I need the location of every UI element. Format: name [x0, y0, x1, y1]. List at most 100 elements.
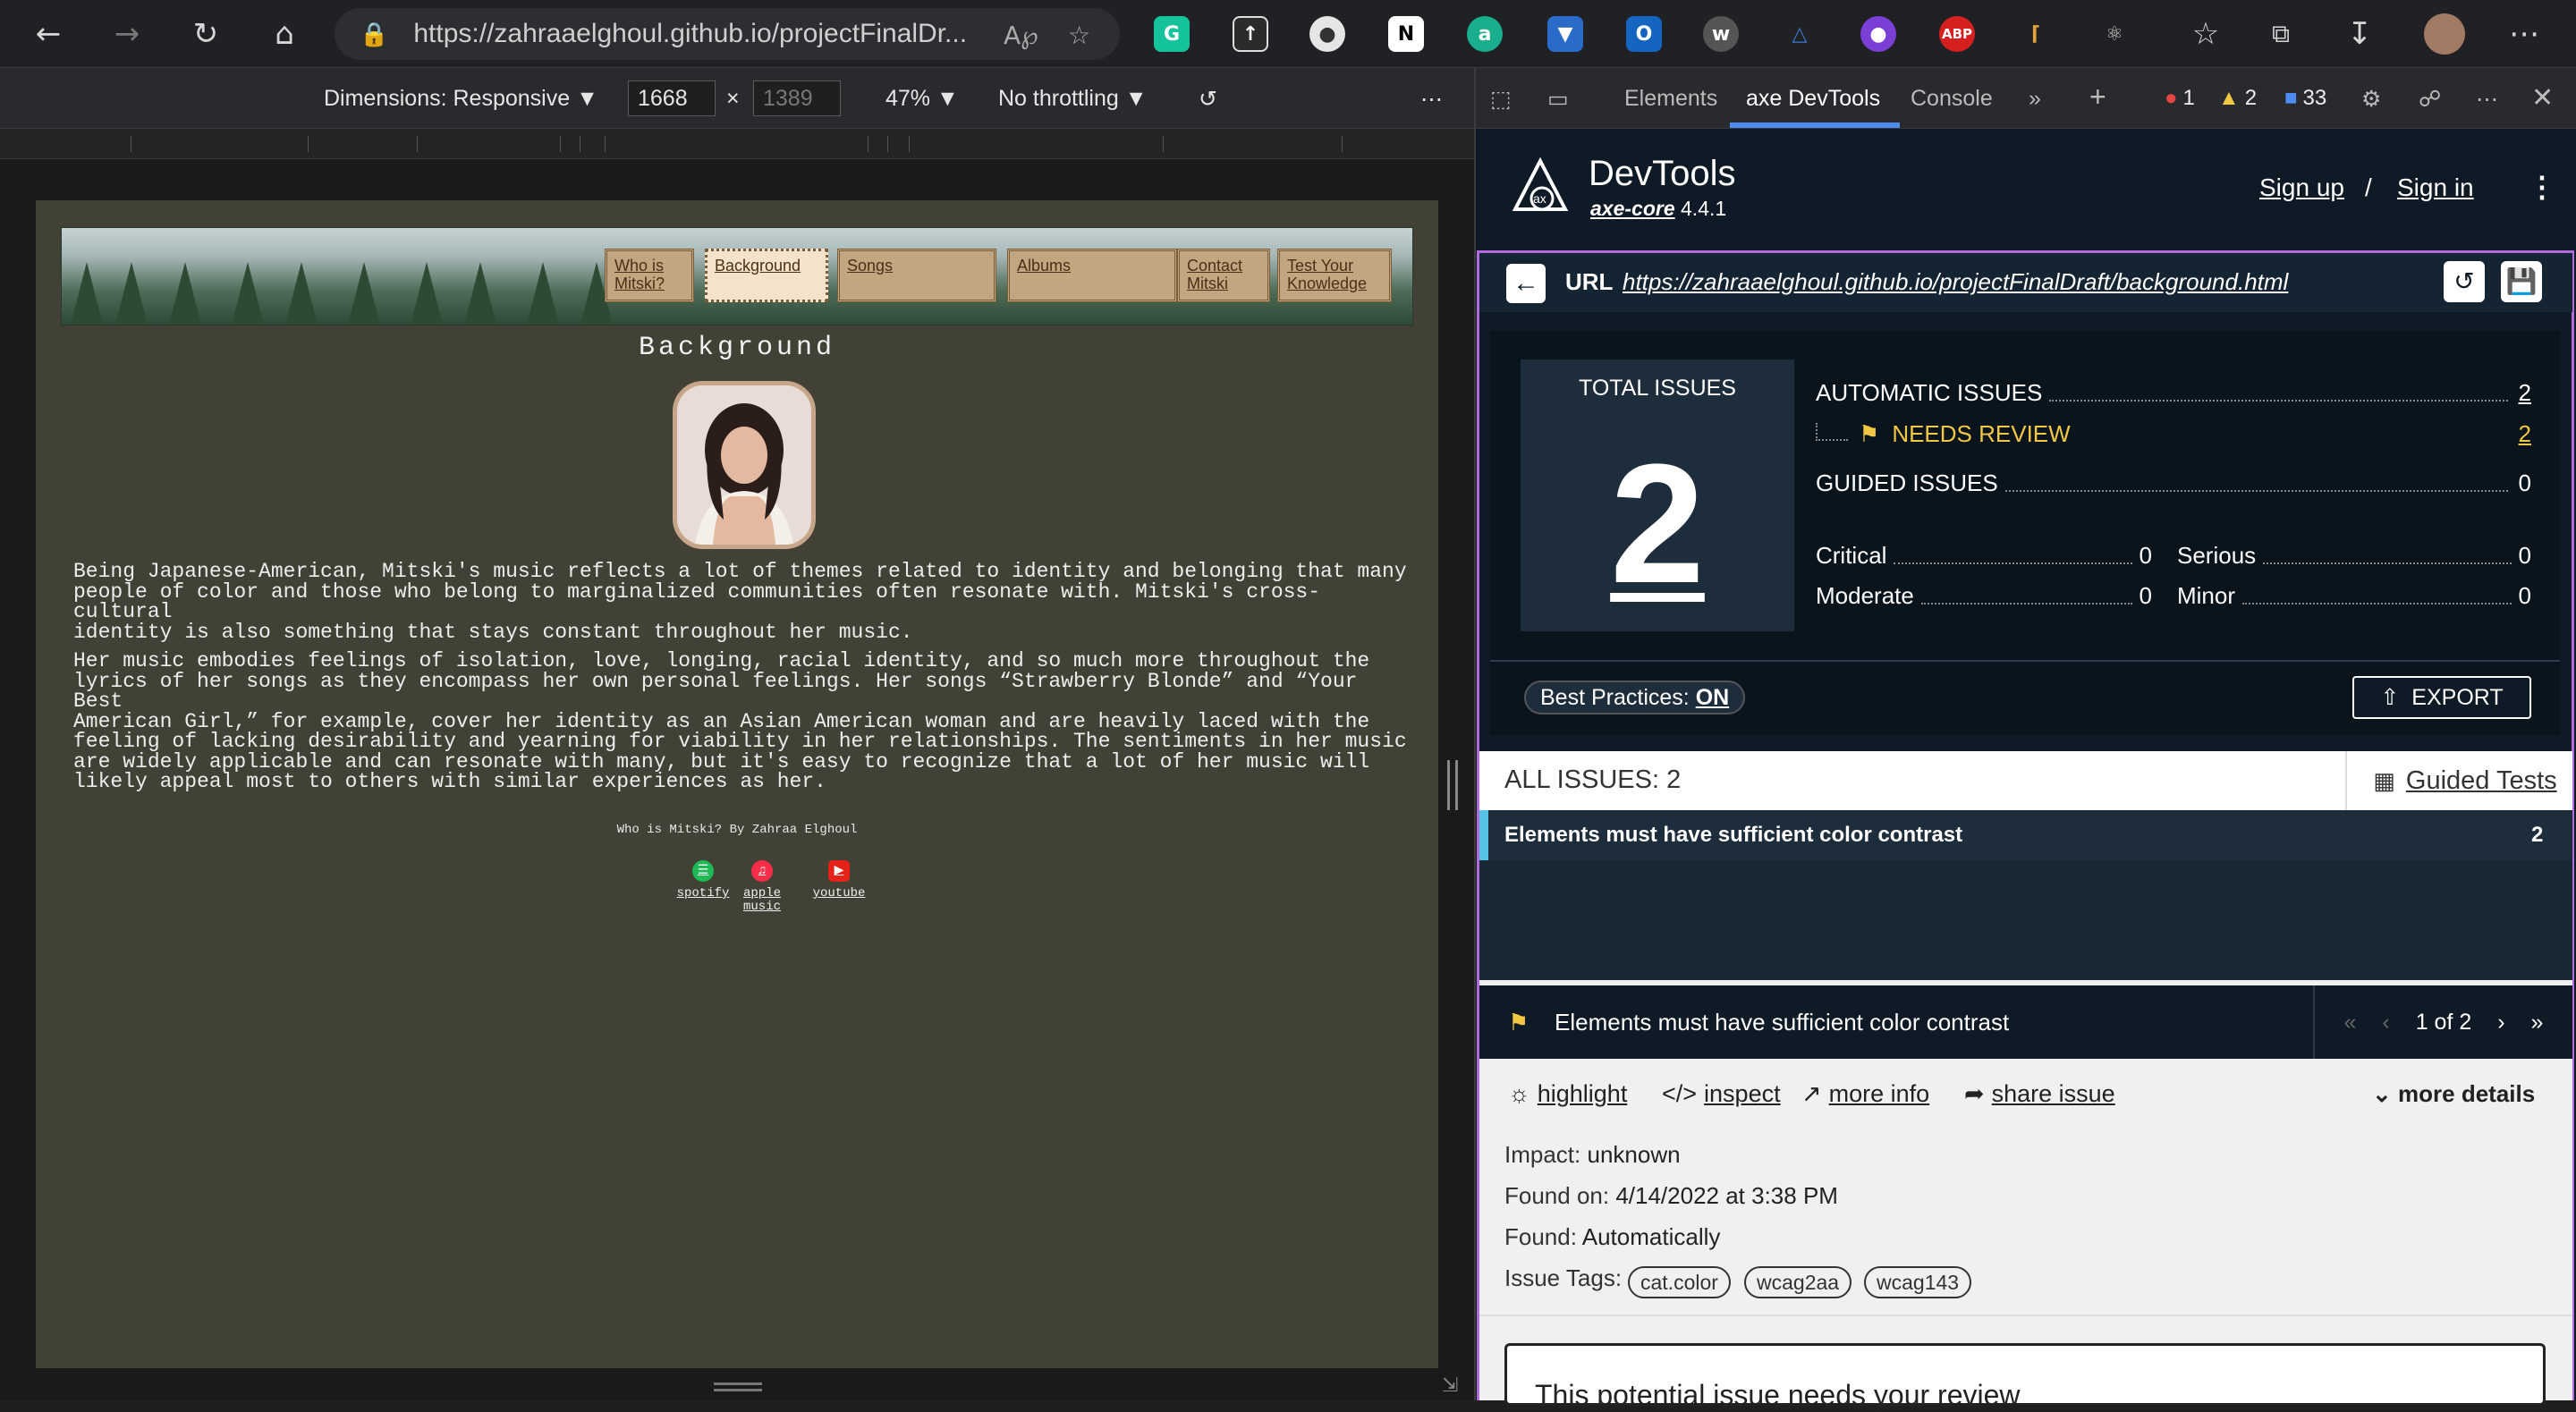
nav-background[interactable]: Background — [705, 249, 828, 302]
collections-icon[interactable]: ⧉ — [2256, 9, 2306, 59]
issue-row-count: 2 — [2531, 823, 2544, 847]
tab-axe-devtools[interactable]: axe DevTools — [1746, 86, 1880, 112]
more-info-button[interactable]: ↗ more info — [1801, 1080, 1929, 1108]
viewport-bottom-handle[interactable] — [714, 1382, 762, 1391]
grammarly-icon[interactable]: G — [1154, 16, 1190, 52]
youtube-label: youtube — [812, 886, 866, 900]
more-tabs-icon[interactable]: » — [2029, 86, 2041, 112]
inspect-button[interactable]: </> inspect — [1662, 1080, 1781, 1108]
add-tab-icon[interactable]: + — [2089, 80, 2106, 114]
nav-albums[interactable]: Albums — [1007, 249, 1177, 302]
warnings-badge[interactable]: ▲ 2 — [2218, 84, 2257, 113]
save-icon[interactable]: 💾 — [2501, 261, 2542, 302]
read-aloud-icon[interactable]: A℘ — [1004, 21, 1038, 50]
issue-row-title[interactable]: Elements must have sufficient color cont… — [1504, 823, 1962, 848]
favorites-icon[interactable]: ☆ — [2181, 9, 2231, 59]
prev-page-icon[interactable]: ‹ — [2382, 1010, 2389, 1036]
chevron-down-icon: ⌄ — [2372, 1080, 2392, 1107]
home-icon[interactable]: ⌂ — [259, 9, 309, 59]
tool-icon[interactable]: ⌈ — [2018, 16, 2054, 52]
more-details-toggle[interactable]: ⌄ more details — [2372, 1080, 2535, 1108]
corner-resize-icon[interactable]: ⇲ — [1442, 1374, 1458, 1397]
youtube-link[interactable]: ▶ youtube — [803, 860, 875, 900]
reload-icon[interactable]: ↻ — [181, 9, 231, 59]
messages-badge[interactable]: ■ 33 — [2284, 84, 2326, 113]
total-issues-label: TOTAL ISSUES — [1579, 376, 1736, 401]
profile-dot-icon[interactable]: ● — [1309, 16, 1345, 52]
errors-badge[interactable]: ● 1 — [2165, 84, 2195, 113]
device-more-icon[interactable]: ⋯ — [1420, 86, 1443, 113]
notion-icon[interactable]: N — [1388, 16, 1424, 52]
nav-test-your-knowledge[interactable]: Test Your Knowledge — [1277, 249, 1392, 302]
needs-review-row: ⚑ NEEDS REVIEW 2 — [1816, 420, 2531, 448]
zoom-select[interactable]: 47% ▼ — [886, 86, 959, 112]
rescan-icon[interactable]: ↺ — [2444, 261, 2485, 302]
axe-core-link[interactable]: axe-core — [1590, 197, 1675, 220]
purple-circle-icon[interactable]: ● — [1860, 16, 1896, 52]
media-query-ruler — [0, 129, 1474, 159]
more-info-label: more info — [1828, 1080, 1930, 1107]
settings-gear-icon[interactable]: ⚙ — [2361, 86, 2381, 113]
share-link-icon[interactable]: ☍ — [2419, 86, 2441, 113]
dimensions-select[interactable]: Dimensions: Responsive ▼ — [324, 86, 598, 112]
abp-icon[interactable]: ABP — [1939, 16, 1975, 52]
rotate-icon[interactable]: ↺ — [1199, 86, 1217, 113]
address-bar[interactable]: 🔒 https://zahraaelghoul.github.io/projec… — [335, 8, 1120, 60]
address-url[interactable]: https://zahraaelghoul.github.io/projectF… — [413, 19, 986, 49]
last-page-icon[interactable]: » — [2531, 1010, 2544, 1036]
devtools-more-icon[interactable]: ⋯ — [2476, 86, 2498, 113]
axe-menu-icon[interactable]: ⋮ — [2528, 170, 2556, 204]
warning-icon: ▲ — [2218, 86, 2240, 110]
close-devtools-icon[interactable]: ✕ — [2531, 82, 2554, 114]
back-arrow-icon[interactable]: ← — [1506, 264, 1546, 303]
automatic-issues-count[interactable]: 2 — [2515, 379, 2531, 407]
forward-icon[interactable]: → — [102, 9, 152, 59]
share-issue-label: share issue — [1991, 1080, 2115, 1107]
triangle-icon[interactable]: △ — [1782, 16, 1818, 52]
export-button[interactable]: ⇧ EXPORT — [2352, 676, 2531, 719]
nav-who-is-mitski[interactable]: Who is Mitski? — [605, 249, 694, 302]
nav-songs[interactable]: Songs — [837, 249, 996, 302]
critical-row: Critical 0 — [1816, 542, 2152, 570]
first-page-icon[interactable]: « — [2343, 1010, 2356, 1036]
inspect-element-icon[interactable]: ⬚ — [1490, 86, 1512, 113]
width-input[interactable]: 1668 — [628, 80, 716, 116]
a-icon[interactable]: a — [1467, 16, 1503, 52]
site-footer: Who is Mitski? By Zahraa Elghoul — [616, 823, 858, 837]
back-icon[interactable]: ← — [23, 9, 73, 59]
download-icon[interactable]: ↧ — [2334, 9, 2385, 59]
more-menu-icon[interactable]: ⋯ — [2499, 9, 2549, 59]
total-issues-count[interactable]: 2 — [1521, 435, 1794, 613]
tab-console[interactable]: Console — [1911, 86, 1993, 112]
found-value: Automatically — [1581, 1223, 1721, 1250]
sign-up-link[interactable]: Sign up — [2259, 173, 2344, 202]
device-toggle-icon[interactable]: ▭ — [1547, 86, 1569, 113]
needs-review-count[interactable]: 2 — [2515, 420, 2531, 448]
found-on-line: Found on: 4/14/2022 at 3:38 PM — [1504, 1182, 1838, 1210]
apple-music-link[interactable]: ♫ apple music — [726, 860, 798, 914]
height-input[interactable]: 1389 — [753, 80, 841, 116]
favorite-add-icon[interactable]: ☆ — [1068, 21, 1090, 50]
tab-elements[interactable]: Elements — [1624, 86, 1717, 112]
highlight-button[interactable]: ☼ highlight — [1508, 1080, 1627, 1108]
summary-divider — [1490, 660, 2560, 662]
viewport-resize-handle[interactable] — [1447, 760, 1458, 810]
scanned-url-link[interactable]: https://zahraaelghoul.github.io/projectF… — [1623, 268, 2288, 296]
ext-blue-icon[interactable]: ▼ — [1547, 16, 1583, 52]
throttling-select[interactable]: No throttling ▼ — [998, 86, 1148, 112]
sign-in-link[interactable]: Sign in — [2397, 173, 2474, 202]
puzzle-icon[interactable]: ⚛ — [2097, 16, 2132, 52]
upload-icon[interactable]: ↑ — [1233, 16, 1268, 52]
automatic-issues-label: AUTOMATIC ISSUES — [1816, 379, 2043, 406]
best-practices-toggle[interactable]: Best Practices: ON — [1524, 681, 1746, 714]
next-page-icon[interactable]: › — [2497, 1010, 2504, 1036]
guided-tests-link[interactable]: ▦ Guided Tests — [2345, 751, 2572, 810]
upload-tray-icon: ⇧ — [2380, 685, 2400, 710]
flag-icon: ⚑ — [1508, 1009, 1530, 1036]
needs-review-label: NEEDS REVIEW — [1892, 420, 2071, 447]
nav-contact-mitski[interactable]: Contact Mitski — [1177, 249, 1270, 302]
share-issue-button[interactable]: ➦ share issue — [1964, 1080, 2115, 1108]
outlook-icon[interactable]: O — [1626, 16, 1662, 52]
avatar[interactable] — [2424, 13, 2465, 55]
w-icon[interactable]: w — [1703, 16, 1739, 52]
